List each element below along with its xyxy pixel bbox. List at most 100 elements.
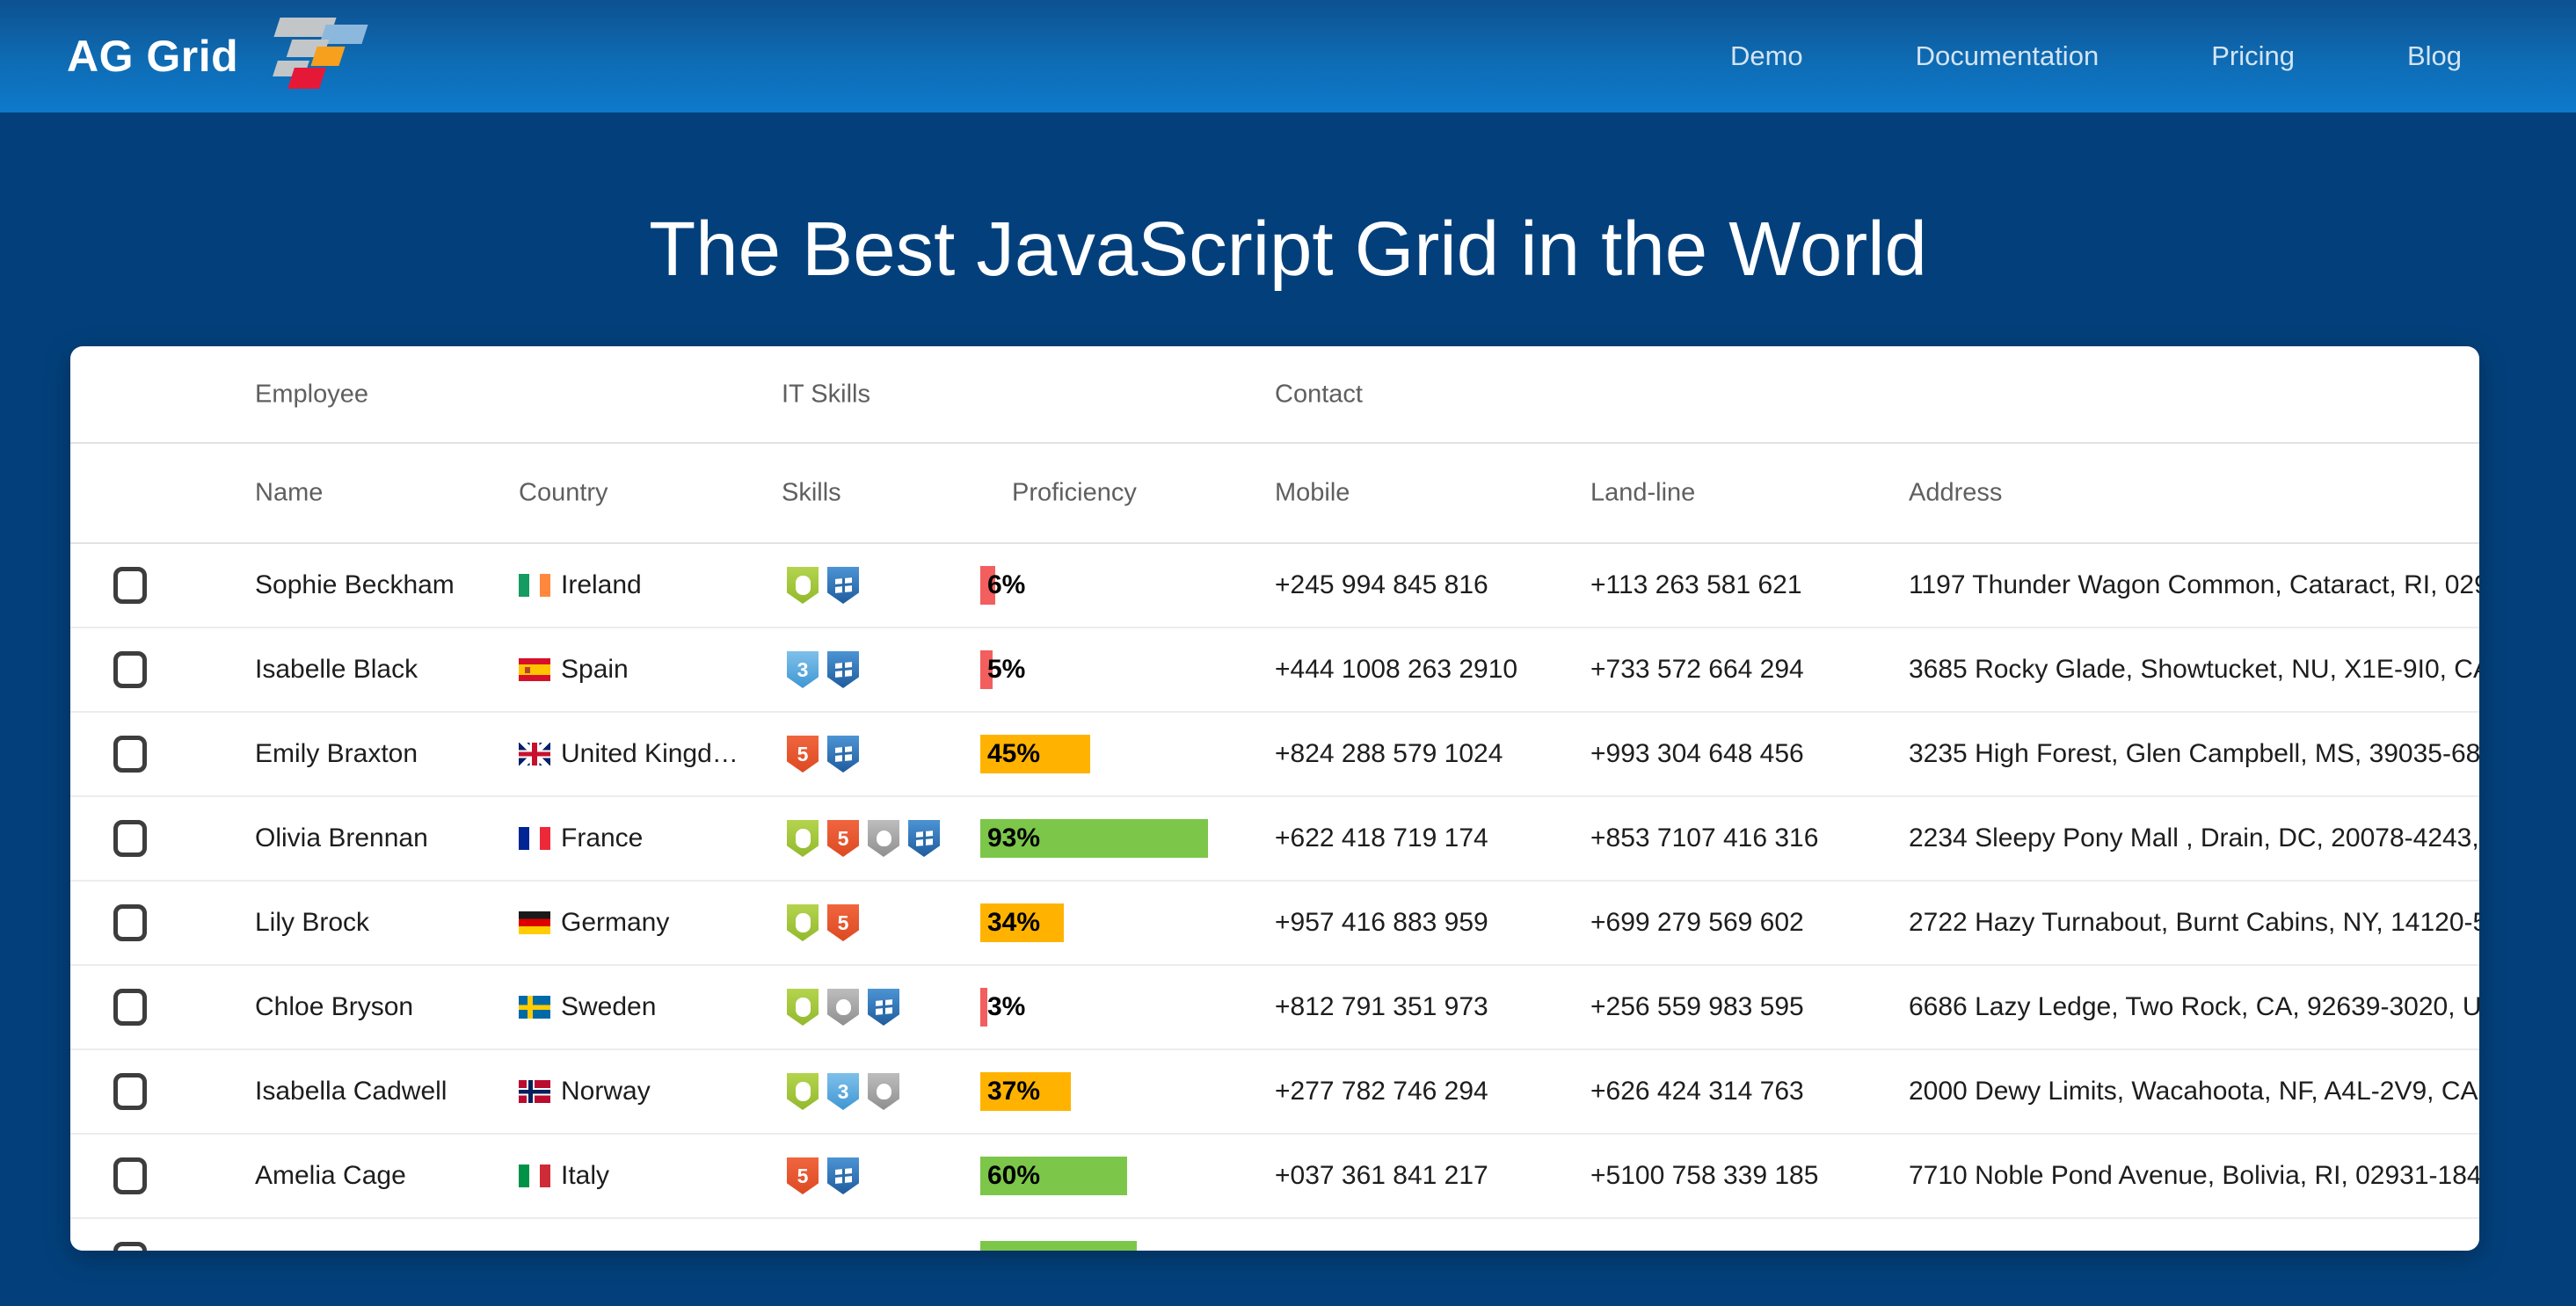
brand[interactable]: AG Grid	[67, 0, 379, 112]
windows-icon	[827, 567, 859, 604]
country-flag-icon	[519, 996, 550, 1019]
cell-landline: +113 263 581 621	[1590, 570, 1802, 600]
table-row[interactable]: Isabella Cadwell Norway 3 37% +277 782 7…	[70, 1050, 2479, 1135]
cell-mobile: +037 361 841 217	[1275, 1161, 1488, 1191]
column-header-name[interactable]: Name	[255, 479, 323, 508]
cell-country: Sweden	[519, 992, 656, 1022]
country-label: Norway	[561, 1077, 651, 1106]
proficiency-bar	[980, 1241, 1137, 1251]
table-row[interactable]: Emily Braxton United Kingd… 5 45% +824 2…	[70, 713, 2479, 797]
table-row[interactable]: Sophie Beckham Ireland 6% +245 994 845 8…	[70, 544, 2479, 628]
column-header-proficiency[interactable]: Proficiency	[1012, 479, 1137, 508]
cell-proficiency: 45%	[980, 735, 1225, 773]
country-flag-icon	[519, 1165, 550, 1187]
android-icon	[787, 1073, 819, 1110]
cell-name: Amelia Cage	[255, 1161, 406, 1191]
windows-icon	[908, 820, 940, 857]
grid-group-header-row: Employee IT Skills Contact	[70, 346, 2479, 444]
android-icon	[787, 989, 819, 1026]
grid-rows: Sophie Beckham Ireland 6% +245 994 845 8…	[70, 542, 2479, 1251]
cell-skills: 3	[787, 651, 859, 688]
cell-landline: +699 279 569 602	[1590, 908, 1804, 938]
cell-mobile: +622 418 719 174	[1275, 824, 1488, 853]
navbar: AG Grid Demo Documentation Pricing Blog	[0, 0, 2576, 112]
cell-mobile: +824 288 579 1024	[1275, 739, 1503, 769]
proficiency-value: 34%	[987, 903, 1040, 942]
brand-name: AG Grid	[67, 31, 238, 82]
cell-country: Italy	[519, 1161, 609, 1191]
country-flag-icon	[519, 658, 550, 681]
cell-mobile: +957 416 883 959	[1275, 908, 1488, 938]
cell-address: 2722 Hazy Turnabout, Burnt Cabins, NY, 1…	[1909, 908, 2479, 938]
row-select-checkbox[interactable]	[113, 567, 147, 604]
proficiency-value: 5%	[987, 650, 1025, 689]
cell-name: Isabella Cadwell	[255, 1077, 447, 1106]
cell-proficiency: 5%	[980, 650, 1225, 689]
group-header-it-skills: IT Skills	[782, 380, 870, 409]
column-header-mobile[interactable]: Mobile	[1275, 479, 1350, 508]
country-flag-icon	[519, 743, 550, 765]
cell-mobile: +277 782 746 294	[1275, 1077, 1488, 1106]
cell-name: Emily Braxton	[255, 739, 418, 769]
cell-landline: +853 7107 416 316	[1590, 824, 1818, 853]
css3-icon: 3	[827, 1073, 859, 1110]
row-select-checkbox[interactable]	[113, 1242, 147, 1251]
country-flag-icon	[519, 827, 550, 850]
windows-icon	[868, 989, 899, 1026]
country-label: France	[561, 824, 643, 853]
html5-icon: 5	[787, 736, 819, 773]
cell-address: 2234 Sleepy Pony Mall , Drain, DC, 20078…	[1909, 824, 2479, 853]
row-select-checkbox[interactable]	[113, 1073, 147, 1110]
table-row[interactable]: Amelia Cage Italy 5 60% +037 361 841 217…	[70, 1135, 2479, 1219]
cell-mobile: +245 994 845 816	[1275, 570, 1488, 600]
column-header-landline[interactable]: Land-line	[1590, 479, 1695, 508]
cell-country: Germany	[519, 908, 669, 938]
ag-grid-logo-icon	[268, 16, 379, 97]
cell-skills: 5	[787, 820, 940, 857]
table-row[interactable]: Chloe Bryson Sweden 3% +812 791 351 973 …	[70, 966, 2479, 1050]
row-select-checkbox[interactable]	[113, 904, 147, 941]
html5-icon: 5	[827, 820, 859, 857]
cell-proficiency: 34%	[980, 903, 1225, 942]
mac-icon	[827, 989, 859, 1026]
html5-icon: 5	[787, 1157, 819, 1194]
cell-country: France	[519, 824, 643, 853]
row-select-checkbox[interactable]	[113, 736, 147, 773]
proficiency-value: 37%	[987, 1072, 1040, 1111]
column-header-address[interactable]: Address	[1909, 479, 2002, 508]
column-header-skills[interactable]: Skills	[782, 479, 841, 508]
cell-name: Chloe Bryson	[255, 992, 413, 1022]
cell-address: 1197 Thunder Wagon Common, Cataract, RI,…	[1909, 570, 2479, 600]
nav-link-pricing[interactable]: Pricing	[2211, 40, 2295, 72]
row-select-checkbox[interactable]	[113, 820, 147, 857]
country-label: Germany	[561, 908, 669, 938]
proficiency-value: 3%	[987, 988, 1025, 1027]
country-flag-icon	[519, 1080, 550, 1103]
table-row[interactable]	[70, 1219, 2479, 1251]
cell-address: 3685 Rocky Glade, Showtucket, NU, X1E-9I…	[1909, 655, 2479, 685]
nav-link-demo[interactable]: Demo	[1730, 40, 1803, 72]
nav-link-blog[interactable]: Blog	[2407, 40, 2462, 72]
row-select-checkbox[interactable]	[113, 1157, 147, 1194]
column-header-country[interactable]: Country	[519, 479, 608, 508]
proficiency-value: 6%	[987, 566, 1025, 605]
cell-skills	[787, 567, 859, 604]
nav-link-documentation[interactable]: Documentation	[1916, 40, 2099, 72]
table-row[interactable]: Isabelle Black Spain 3 5% +444 1008 263 …	[70, 628, 2479, 713]
css3-icon: 3	[787, 651, 819, 688]
country-label: Ireland	[561, 570, 642, 600]
cell-proficiency: 60%	[980, 1157, 1225, 1195]
cell-address: 2000 Dewy Limits, Wacahoota, NF, A4L-2V9…	[1909, 1077, 2479, 1106]
html5-icon: 5	[827, 904, 859, 941]
row-select-checkbox[interactable]	[113, 651, 147, 688]
cell-name: Isabelle Black	[255, 655, 418, 685]
cell-country: Spain	[519, 655, 629, 685]
page-title: The Best JavaScript Grid in the World	[0, 206, 2576, 294]
cell-proficiency: 93%	[980, 819, 1225, 858]
cell-landline: +5100 758 339 185	[1590, 1161, 1818, 1191]
table-row[interactable]: Olivia Brennan France 5 93% +622 418 719…	[70, 797, 2479, 882]
table-row[interactable]: Lily Brock Germany 5 34% +957 416 883 95…	[70, 882, 2479, 966]
cell-address: 6686 Lazy Ledge, Two Rock, CA, 92639-302…	[1909, 992, 2479, 1022]
cell-landline: +626 424 314 763	[1590, 1077, 1804, 1106]
row-select-checkbox[interactable]	[113, 989, 147, 1026]
